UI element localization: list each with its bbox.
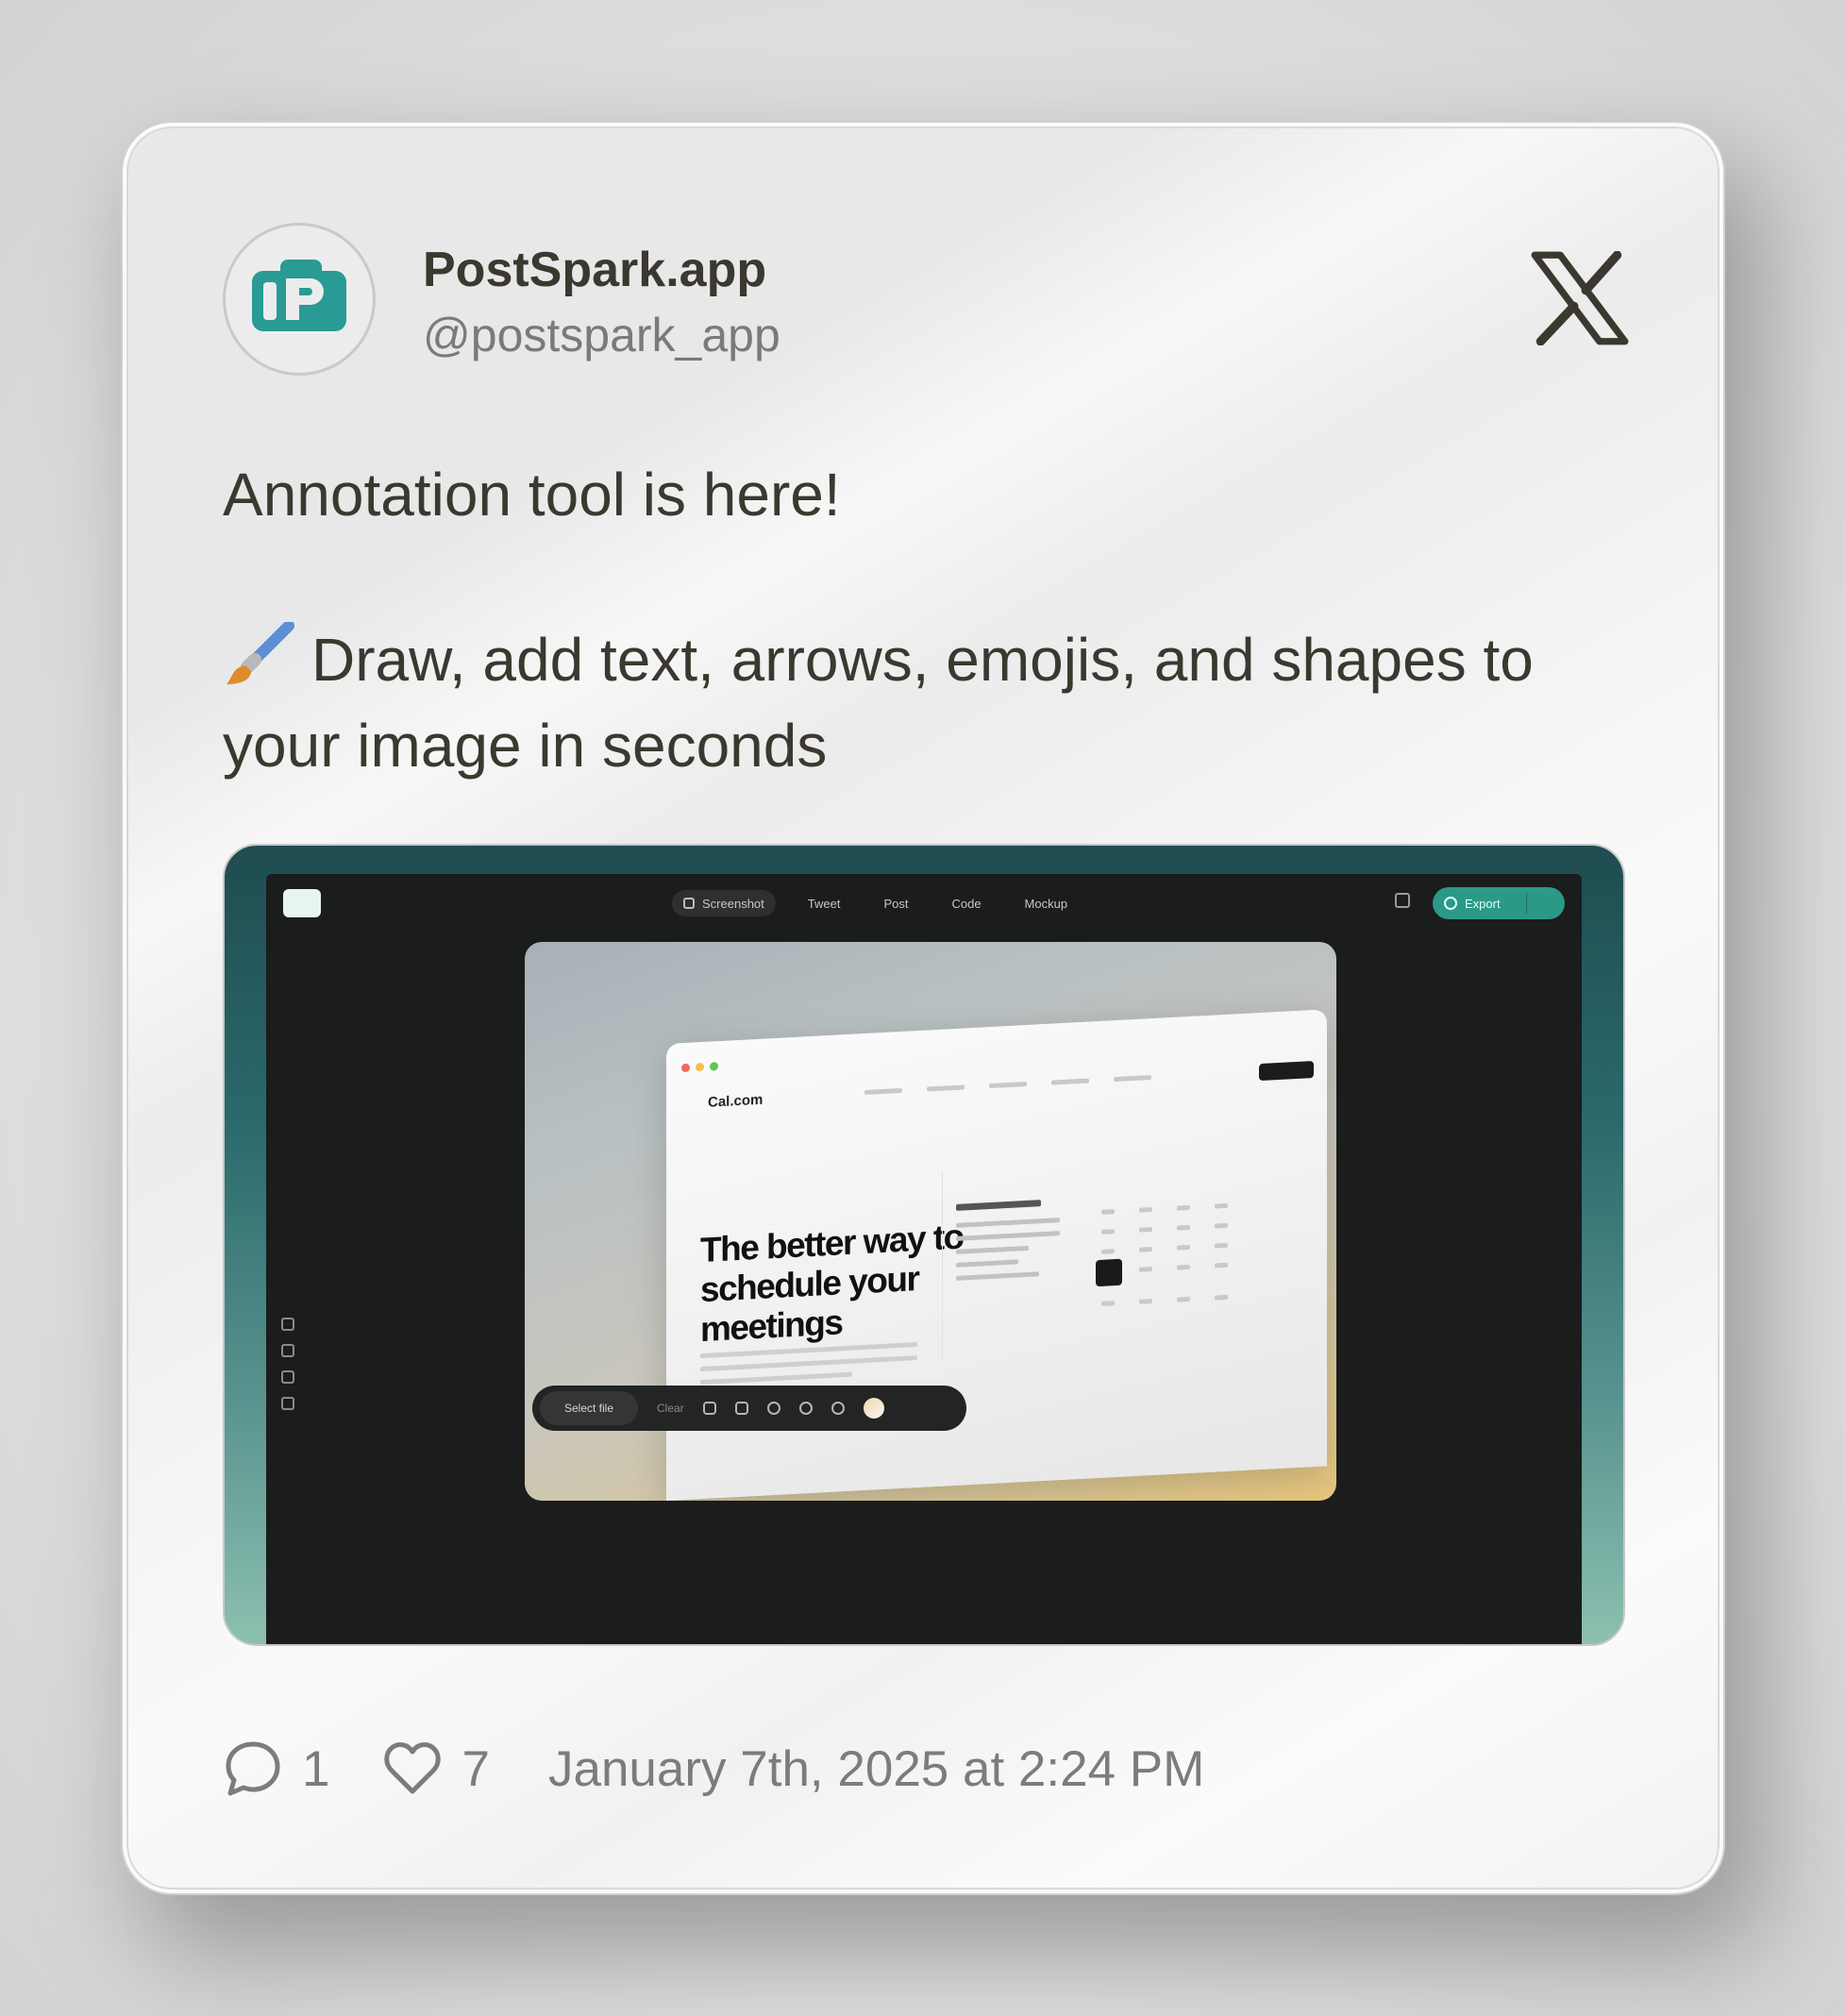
move-tool-icon xyxy=(766,1402,780,1415)
like-group[interactable]: 7 xyxy=(382,1739,490,1799)
calendar xyxy=(1096,1202,1237,1306)
copy-icon xyxy=(1395,893,1410,908)
author-handle[interactable]: @postspark_app xyxy=(423,308,780,362)
avatar[interactable] xyxy=(223,223,376,376)
export-button: Export xyxy=(1433,887,1565,919)
post-header: PostSpark.app @postspark_app xyxy=(223,223,1629,383)
select-file-button: Select file xyxy=(540,1391,638,1425)
color-swatch xyxy=(863,1398,884,1419)
app-logo-icon xyxy=(283,889,321,917)
tab-code: Code xyxy=(951,896,982,911)
pen-tool-icon xyxy=(734,1402,748,1415)
post-media[interactable]: Screenshot Tweet Post Code Mockup Export… xyxy=(223,844,1625,1646)
comment-count: 1 xyxy=(302,1740,330,1797)
tab-tweet: Tweet xyxy=(807,896,841,911)
app-tabs: Screenshot Tweet Post Code Mockup xyxy=(672,889,1079,917)
site-logo: Cal.com xyxy=(708,1091,764,1111)
post-card: PostSpark.app @postspark_app Annotation … xyxy=(123,123,1723,1893)
post-text-line2: Draw, add text, arrows, emojis, and shap… xyxy=(223,617,1629,789)
like-count: 7 xyxy=(462,1740,490,1797)
booking-panel xyxy=(942,1151,1301,1360)
comment-icon[interactable] xyxy=(223,1739,283,1799)
bottom-toolbar: Select file Clear xyxy=(532,1386,966,1431)
postspark-logo-icon xyxy=(252,260,346,331)
post-footer: 1 7 January 7th, 2025 at 2:24 PM xyxy=(223,1731,1204,1806)
site-cta xyxy=(1259,1061,1314,1082)
post-text-line2-body: Draw, add text, arrows, emojis, and shap… xyxy=(223,626,1534,780)
site-nav xyxy=(864,1075,1151,1095)
shape-tool-icon xyxy=(798,1402,813,1415)
tab-mockup: Mockup xyxy=(1024,896,1068,911)
post-timestamp: January 7th, 2025 at 2:24 PM xyxy=(547,1740,1205,1797)
author-name[interactable]: PostSpark.app xyxy=(423,242,766,298)
frame-tool-icon xyxy=(702,1402,716,1415)
hero-title: The better way to schedule your meetings xyxy=(700,1217,964,1350)
settings-tool-icon xyxy=(831,1402,845,1415)
tab-post: Post xyxy=(883,896,909,911)
x-logo-icon[interactable] xyxy=(1531,250,1629,346)
heart-icon[interactable] xyxy=(382,1739,443,1799)
tab-screenshot: Screenshot xyxy=(672,890,776,916)
side-toolbar xyxy=(281,1318,294,1410)
paintbrush-icon xyxy=(227,622,294,684)
clear-button: Clear xyxy=(657,1402,684,1415)
window-dots xyxy=(681,1062,718,1073)
app-screenshot: Screenshot Tweet Post Code Mockup Export… xyxy=(266,874,1582,1644)
post-text-line1: Annotation tool is here! xyxy=(223,461,841,529)
